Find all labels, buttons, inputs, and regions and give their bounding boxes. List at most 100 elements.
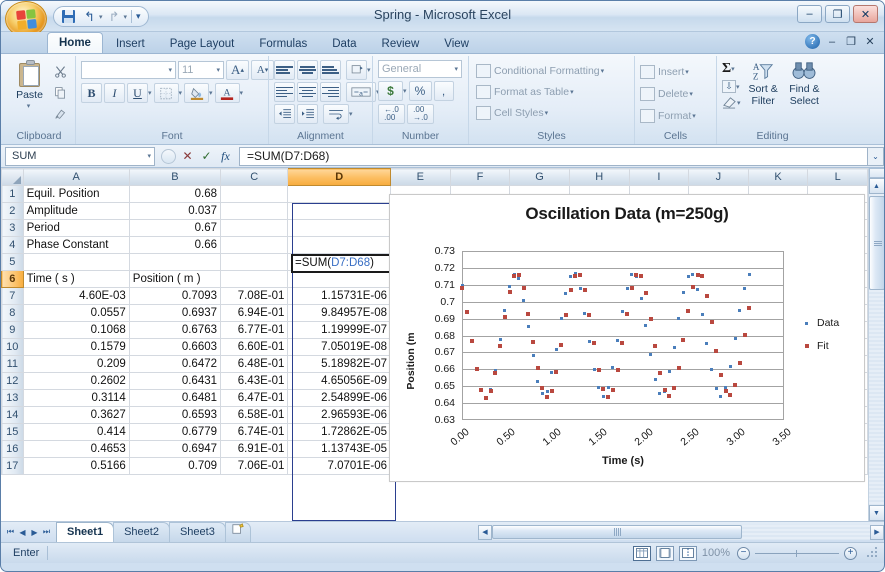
workbook-close-button[interactable]: ✕ (863, 35, 877, 48)
column-header-g[interactable]: G (509, 168, 570, 186)
sort-filter-button[interactable]: A Z Sort & Filter (745, 61, 782, 107)
cell-d11[interactable]: 5.18982E-07 (287, 355, 392, 373)
borders-dropdown-icon[interactable]: ▾ (179, 89, 183, 97)
tab-home[interactable]: Home (47, 32, 103, 53)
cell-c6[interactable] (220, 270, 289, 288)
vertical-scrollbar[interactable]: ▲ ▼ (868, 168, 884, 521)
column-header-h[interactable]: H (568, 168, 630, 186)
copy-button[interactable] (51, 83, 70, 101)
cell-a7[interactable]: 4.60E-03 (22, 287, 130, 305)
cell-c1[interactable] (220, 185, 289, 203)
cell-c8[interactable]: 6.94E-01 (220, 304, 289, 322)
italic-button[interactable]: I (104, 83, 125, 103)
cell-editor-d6[interactable]: =SUM(D7:D68) (291, 254, 398, 274)
paste-button[interactable]: Paste ▾ (8, 60, 51, 110)
column-header-c[interactable]: C (220, 168, 289, 186)
cell-b17[interactable]: 0.709 (128, 457, 222, 475)
row-header-1[interactable]: 1 (1, 185, 24, 203)
top-align-button[interactable] (274, 60, 295, 80)
middle-align-button[interactable] (297, 60, 318, 80)
comma-style-button[interactable]: , (433, 81, 454, 101)
cell-c13[interactable]: 6.47E-01 (220, 389, 289, 407)
bold-button[interactable]: B (81, 83, 102, 103)
cell-b4[interactable]: 0.66 (128, 236, 222, 254)
cell-a16[interactable]: 0.4653 (22, 440, 130, 458)
cell-b9[interactable]: 0.6763 (128, 321, 222, 339)
cell-d8[interactable]: 9.84957E-08 (287, 304, 392, 322)
decrease-decimal-button[interactable]: .00 →.0 (407, 104, 434, 124)
column-header-a[interactable]: A (22, 168, 130, 186)
cell-a6[interactable]: Time ( s ) (22, 270, 130, 288)
page-layout-view-button[interactable] (655, 545, 674, 561)
tab-view[interactable]: View (432, 33, 481, 53)
row-header-9[interactable]: 9 (1, 321, 24, 339)
cell-b5[interactable] (128, 253, 222, 271)
zoom-slider[interactable] (755, 549, 839, 557)
vertical-scroll-thumb[interactable] (868, 196, 884, 290)
row-header-5[interactable]: 5 (1, 253, 24, 271)
cell-b12[interactable]: 0.6431 (128, 372, 222, 390)
name-box[interactable]: SUM ▾ (5, 146, 155, 166)
ribbon-minimize-button[interactable]: – (825, 36, 839, 48)
formula-input[interactable]: =SUM(D7:D68) (239, 146, 867, 166)
increase-decimal-button[interactable]: ←.0.00 (378, 104, 405, 124)
font-color-dropdown-icon[interactable]: ▾ (240, 89, 244, 97)
zoom-out-button[interactable]: − (737, 546, 750, 560)
horizontal-scrollbar[interactable]: ◀ ▶ (478, 522, 884, 542)
horizontal-scroll-track[interactable] (492, 524, 870, 540)
font-name-input[interactable]: ▾ (81, 61, 176, 79)
number-format-dropdown-icon[interactable]: ▾ (454, 65, 458, 73)
row-header-13[interactable]: 13 (1, 389, 24, 407)
fill-dropdown-icon[interactable]: ▾ (736, 83, 740, 91)
help-icon[interactable]: ? (805, 34, 820, 49)
cell-d10[interactable]: 7.05019E-08 (287, 338, 392, 356)
column-header-e[interactable]: E (390, 168, 451, 186)
cancel-button[interactable]: ✕ (180, 149, 195, 164)
column-header-d[interactable]: D (287, 168, 392, 186)
workbook-restore-button[interactable]: ❐ (844, 35, 858, 48)
column-header-j[interactable]: J (688, 168, 749, 186)
row-header-2[interactable]: 2 (1, 202, 24, 220)
row-header-12[interactable]: 12 (1, 372, 24, 390)
maximize-button[interactable]: ❐ (825, 5, 850, 23)
autosum-icon[interactable]: Σ (722, 61, 731, 77)
conditional-formatting-button[interactable]: Conditional Formatting ▾ (474, 62, 606, 80)
cell-a10[interactable]: 0.1579 (22, 338, 130, 356)
insert-worksheet-button[interactable] (224, 522, 251, 542)
orientation-dropdown-icon[interactable]: ▾ (367, 66, 371, 74)
cell-c10[interactable]: 6.60E-01 (220, 338, 289, 356)
page-break-view-button[interactable] (678, 545, 697, 561)
bottom-align-button[interactable] (320, 60, 341, 80)
cell-d15[interactable]: 1.72862E-05 (287, 423, 392, 441)
format-painter-button[interactable] (51, 104, 70, 122)
conditional-formatting-dropdown-icon[interactable]: ▾ (601, 67, 605, 75)
row-header-11[interactable]: 11 (1, 355, 24, 373)
font-color-button[interactable]: A (214, 83, 240, 103)
paste-dropdown-icon[interactable]: ▾ (27, 102, 31, 110)
vertical-split-handle[interactable] (868, 168, 884, 178)
cell-a14[interactable]: 0.3627 (22, 406, 130, 424)
row-header-14[interactable]: 14 (1, 406, 24, 424)
cell-d9[interactable]: 1.19999E-07 (287, 321, 392, 339)
row-header-6[interactable]: 6 (1, 270, 24, 288)
wrap-text-dropdown-icon[interactable]: ▾ (349, 110, 353, 118)
cut-button[interactable] (51, 62, 70, 80)
chart-object[interactable]: Oscillation Data (m=250g) Position (m 0.… (389, 194, 865, 482)
scroll-down-button[interactable]: ▼ (868, 505, 884, 521)
cell-c7[interactable]: 7.08E-01 (220, 287, 289, 305)
select-all-button[interactable] (1, 168, 24, 186)
format-as-table-button[interactable]: Format as Table ▾ (474, 83, 576, 101)
cell-c9[interactable]: 6.77E-01 (220, 321, 289, 339)
cell-a8[interactable]: 0.0557 (22, 304, 130, 322)
tab-insert[interactable]: Insert (104, 33, 157, 53)
normal-view-button[interactable] (632, 545, 651, 561)
cell-styles-dropdown-icon[interactable]: ▾ (545, 109, 549, 117)
underline-dropdown-icon[interactable]: ▾ (148, 89, 152, 97)
cell-c4[interactable] (220, 236, 289, 254)
cell-c12[interactable]: 6.43E-01 (220, 372, 289, 390)
cell-b11[interactable]: 0.6472 (128, 355, 222, 373)
column-header-i[interactable]: I (628, 168, 690, 186)
row-header-4[interactable]: 4 (1, 236, 24, 254)
row-header-10[interactable]: 10 (1, 338, 24, 356)
font-size-dropdown-icon[interactable]: ▾ (216, 66, 220, 74)
